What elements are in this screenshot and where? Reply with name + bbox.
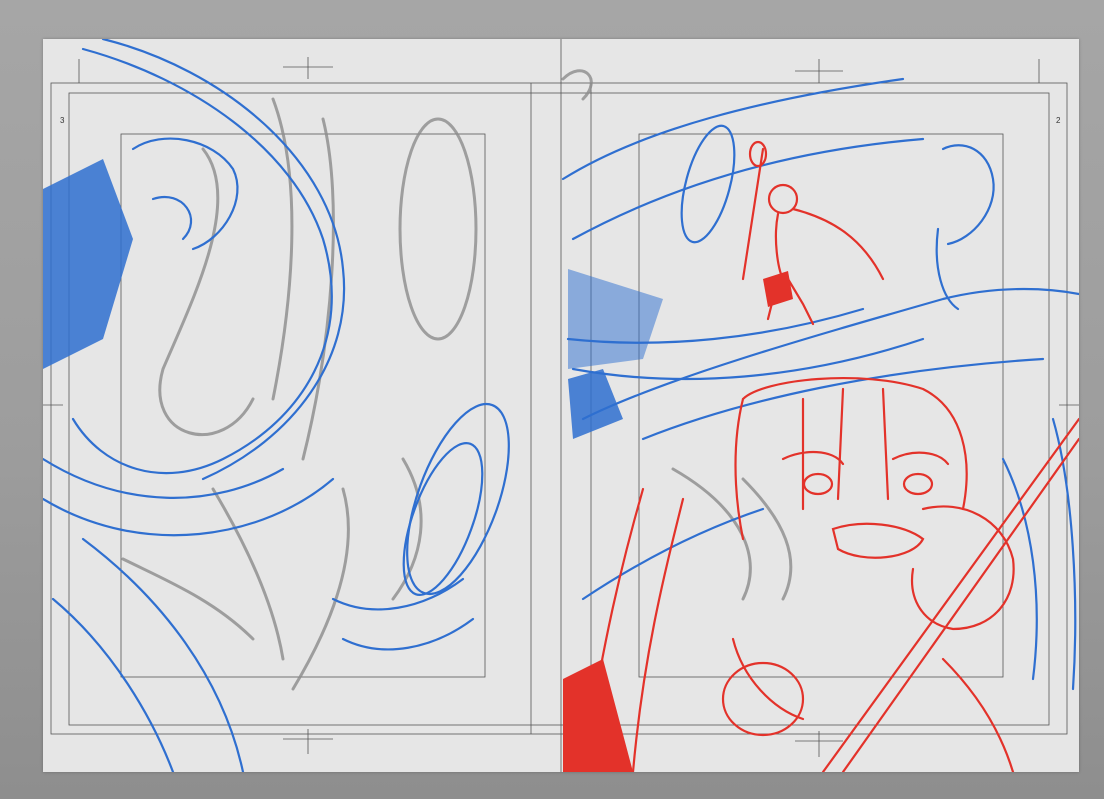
red-character-layer [563,140,1079,772]
manga-spread[interactable]: 3 2 [43,39,1079,772]
page-number-left: 3 [60,116,65,125]
canvas-area[interactable]: 3 2 [0,0,1104,799]
page-number-right: 2 [1056,116,1061,125]
